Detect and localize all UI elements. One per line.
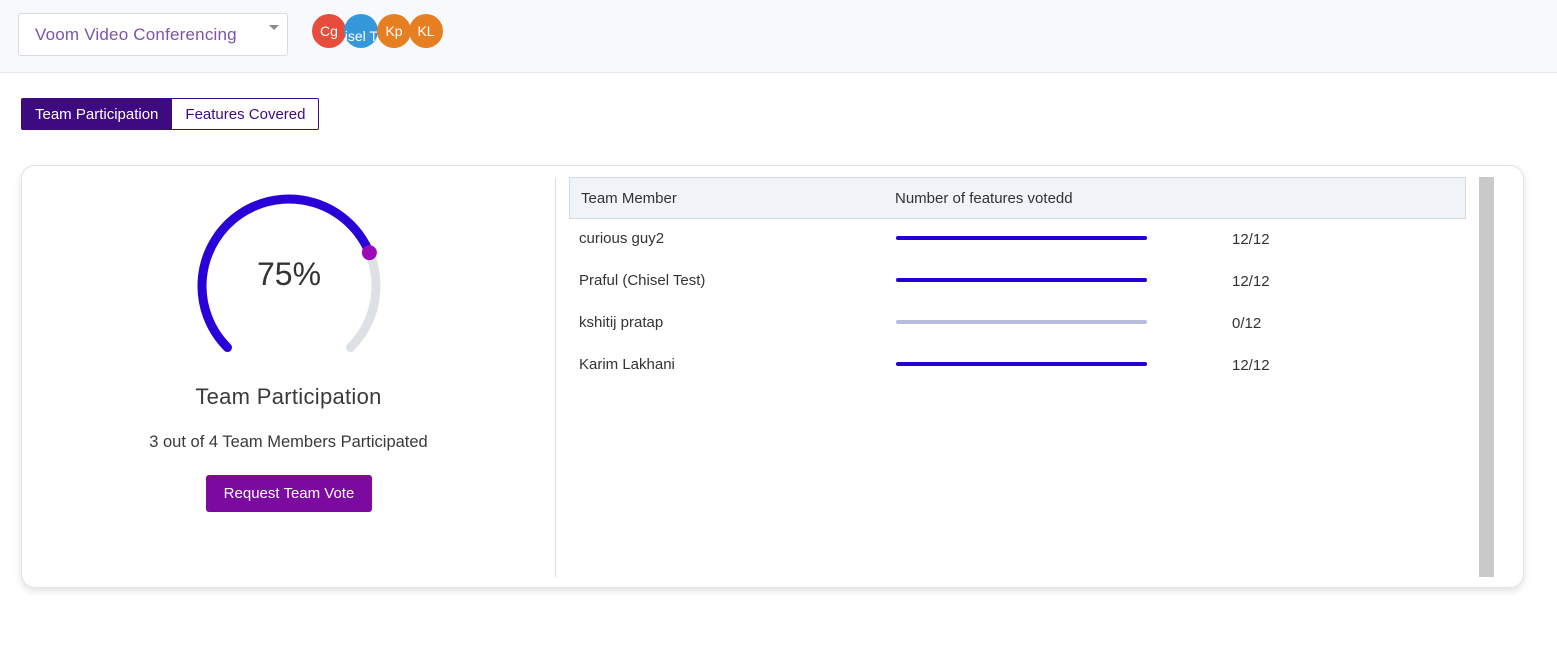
participation-title: Team Participation <box>195 384 382 409</box>
table-scrollbar[interactable] <box>1479 177 1494 577</box>
participation-subtitle: 3 out of 4 Team Members Participated <box>149 433 428 451</box>
members-table: Team Member Number of features votedd cu… <box>569 177 1494 577</box>
votes-progress-fill <box>896 278 1147 282</box>
avatar-initials: Chisel Test <box>344 27 378 44</box>
votes-count: 0/12 <box>1232 315 1262 332</box>
votes-progress-bar <box>896 362 1147 366</box>
avatar[interactable]: Kp <box>377 14 411 48</box>
view-tabs: Team Participation Features Covered <box>21 98 320 130</box>
column-header-member: Team Member <box>581 190 677 207</box>
table-header: Team Member Number of features votedd <box>569 177 1466 219</box>
project-select-value: Voom Video Conferencing <box>35 24 237 44</box>
top-bar: Voom Video Conferencing Cg Chisel Test K… <box>0 0 1557 73</box>
tab-team-participation[interactable]: Team Participation <box>21 98 173 130</box>
gauge-value: 75% <box>256 256 322 292</box>
table-row: kshitij pratap 0/12 <box>569 303 1466 345</box>
avatar[interactable]: KL <box>409 14 443 48</box>
avatar-initials: Cg <box>320 23 338 39</box>
votes-progress-fill <box>896 236 1147 240</box>
tab-features-covered[interactable]: Features Covered <box>172 98 320 130</box>
avatar-initials: Kp <box>385 23 403 39</box>
avatar[interactable]: Chisel Test <box>344 14 378 48</box>
request-team-vote-button[interactable]: Request Team Vote <box>206 475 372 512</box>
project-select[interactable]: Voom Video Conferencing <box>18 13 288 56</box>
table-row: curious guy2 12/12 <box>569 219 1466 261</box>
votes-count: 12/12 <box>1232 231 1270 248</box>
table-row: Karim Lakhani 12/12 <box>569 345 1466 387</box>
votes-progress-bar <box>896 320 1147 324</box>
member-name: kshitij pratap <box>579 314 664 331</box>
votes-count: 12/12 <box>1232 357 1270 374</box>
votes-progress-fill <box>896 362 1147 366</box>
avatar[interactable]: Cg <box>312 14 346 48</box>
member-name: Praful (Chisel Test) <box>579 272 706 289</box>
member-name: Karim Lakhani <box>579 356 675 373</box>
caret-down-icon <box>269 25 279 30</box>
votes-count: 12/12 <box>1232 273 1270 290</box>
column-header-features: Number of features votedd <box>895 190 1073 207</box>
votes-progress-bar <box>896 236 1147 240</box>
divider <box>555 178 556 577</box>
participation-summary: 75% Team Participation 3 out of 4 Team M… <box>22 166 555 589</box>
member-name: curious guy2 <box>579 230 665 247</box>
table-row: Praful (Chisel Test) 12/12 <box>569 261 1466 303</box>
participation-card: 75% Team Participation 3 out of 4 Team M… <box>21 165 1524 588</box>
avatar-initials: KL <box>417 23 435 39</box>
votes-progress-bar <box>896 278 1147 282</box>
